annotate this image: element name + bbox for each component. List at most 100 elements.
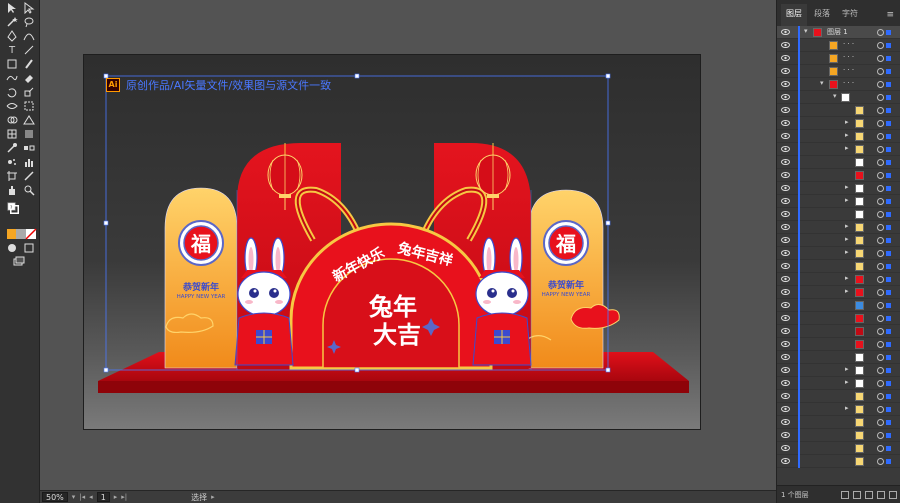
magic-wand-tool-icon[interactable]: [5, 16, 19, 29]
target-icon[interactable]: [877, 198, 884, 205]
layer-row[interactable]: · · ·: [777, 39, 900, 52]
target-icon[interactable]: [877, 406, 884, 413]
target-icon[interactable]: [877, 107, 884, 114]
target-icon[interactable]: [877, 211, 884, 218]
sublayer-name[interactable]: · · ·: [843, 40, 854, 48]
layer-row[interactable]: ▸: [777, 234, 900, 247]
gradient-tool-icon[interactable]: [22, 128, 36, 141]
panel-menu-icon[interactable]: ≡: [886, 10, 894, 20]
eraser-tool-icon[interactable]: [22, 72, 36, 85]
target-icon[interactable]: [877, 29, 884, 36]
target-icon[interactable]: [877, 159, 884, 166]
expand-icon[interactable]: ▸: [845, 196, 849, 204]
blend-tool-icon[interactable]: [22, 142, 36, 155]
layer-row[interactable]: ▸: [777, 286, 900, 299]
layer-row[interactable]: ▸: [777, 273, 900, 286]
target-icon[interactable]: [877, 68, 884, 75]
layer-row[interactable]: [777, 351, 900, 364]
selection-indicator[interactable]: [886, 264, 891, 269]
layer-row[interactable]: [777, 455, 900, 468]
selection-indicator[interactable]: [886, 342, 891, 347]
target-icon[interactable]: [877, 81, 884, 88]
layer-row[interactable]: ▸: [777, 221, 900, 234]
selection-indicator[interactable]: [886, 368, 891, 373]
selection-indicator[interactable]: [886, 173, 891, 178]
eye-icon[interactable]: [781, 132, 790, 140]
direct-selection-tool-icon[interactable]: [22, 2, 36, 15]
target-icon[interactable]: [877, 133, 884, 140]
selection-indicator[interactable]: [886, 407, 891, 412]
layer-row[interactable]: [777, 429, 900, 442]
selection-indicator[interactable]: [886, 446, 891, 451]
selection-indicator[interactable]: [886, 108, 891, 113]
expand-icon[interactable]: ▾: [820, 79, 824, 87]
artboard-number-field[interactable]: 1: [96, 492, 110, 502]
sublayer-name[interactable]: · · ·: [843, 53, 854, 61]
layers-list[interactable]: ▾ 图层 1 · · · · · · · · · ▾ · · · ▾ ▸ ▸ ▸ …: [777, 26, 900, 485]
layer-row[interactable]: ▸: [777, 403, 900, 416]
layer-row[interactable]: [777, 169, 900, 182]
scale-tool-icon[interactable]: [22, 86, 36, 99]
selection-indicator[interactable]: [886, 251, 891, 256]
target-icon[interactable]: [877, 185, 884, 192]
tab-character[interactable]: 字符: [837, 4, 863, 26]
layer-row[interactable]: [777, 390, 900, 403]
selection-indicator[interactable]: [886, 160, 891, 165]
eye-icon[interactable]: [781, 210, 790, 218]
new-sublayer-icon[interactable]: [865, 490, 873, 499]
layer-row[interactable]: ▾: [777, 91, 900, 104]
new-layer-icon[interactable]: [877, 490, 885, 499]
eye-icon[interactable]: [781, 301, 790, 309]
target-icon[interactable]: [877, 328, 884, 335]
eye-icon[interactable]: [781, 392, 790, 400]
selection-indicator[interactable]: [886, 186, 891, 191]
eye-icon[interactable]: [781, 236, 790, 244]
selection-indicator[interactable]: [886, 420, 891, 425]
layer-row[interactable]: [777, 338, 900, 351]
layer-row[interactable]: ▸: [777, 143, 900, 156]
delete-layer-icon[interactable]: [889, 490, 897, 499]
selection-indicator[interactable]: [886, 277, 891, 282]
pen-tool-icon[interactable]: [5, 30, 19, 43]
layer-row[interactable]: · · ·: [777, 65, 900, 78]
eye-icon[interactable]: [781, 457, 790, 465]
selection-indicator[interactable]: [886, 212, 891, 217]
eye-icon[interactable]: [781, 145, 790, 153]
rectangle-tool-icon[interactable]: [5, 58, 19, 71]
sublayer-name[interactable]: · · ·: [843, 79, 854, 87]
mesh-tool-icon[interactable]: [5, 128, 19, 141]
eye-icon[interactable]: [781, 197, 790, 205]
expand-icon[interactable]: ▸: [845, 118, 849, 126]
zoom-tool-icon[interactable]: [22, 184, 36, 197]
zoom-dropdown-icon[interactable]: ▾: [72, 493, 76, 501]
selection-indicator[interactable]: [886, 147, 891, 152]
target-icon[interactable]: [877, 263, 884, 270]
selection-indicator[interactable]: [886, 225, 891, 230]
zoom-field[interactable]: 50%: [42, 492, 68, 502]
none-swatch-icon[interactable]: [24, 228, 38, 241]
selection-indicator[interactable]: [886, 355, 891, 360]
selection-indicator[interactable]: [886, 394, 891, 399]
target-icon[interactable]: [877, 250, 884, 257]
eye-icon[interactable]: [781, 119, 790, 127]
sublayer-name[interactable]: · · ·: [843, 66, 854, 74]
selection-indicator[interactable]: [886, 381, 891, 386]
selection-indicator[interactable]: [886, 433, 891, 438]
selection-tool-icon[interactable]: [5, 2, 19, 15]
expand-icon[interactable]: ▸: [845, 183, 849, 191]
target-icon[interactable]: [877, 354, 884, 361]
selection-indicator[interactable]: [886, 43, 891, 48]
expand-icon[interactable]: ▸: [845, 235, 849, 243]
target-icon[interactable]: [877, 289, 884, 296]
eye-icon[interactable]: [781, 249, 790, 257]
selection-indicator[interactable]: [886, 316, 891, 321]
expand-icon[interactable]: ▾: [804, 27, 808, 35]
last-artboard-icon[interactable]: ▸|: [121, 493, 127, 501]
screen-mode-icon[interactable]: [12, 256, 26, 269]
eye-icon[interactable]: [781, 106, 790, 114]
expand-icon[interactable]: ▾: [833, 92, 837, 100]
expand-icon[interactable]: ▸: [845, 248, 849, 256]
expand-icon[interactable]: ▸: [845, 365, 849, 373]
target-icon[interactable]: [877, 94, 884, 101]
slice-tool-icon[interactable]: [22, 170, 36, 183]
